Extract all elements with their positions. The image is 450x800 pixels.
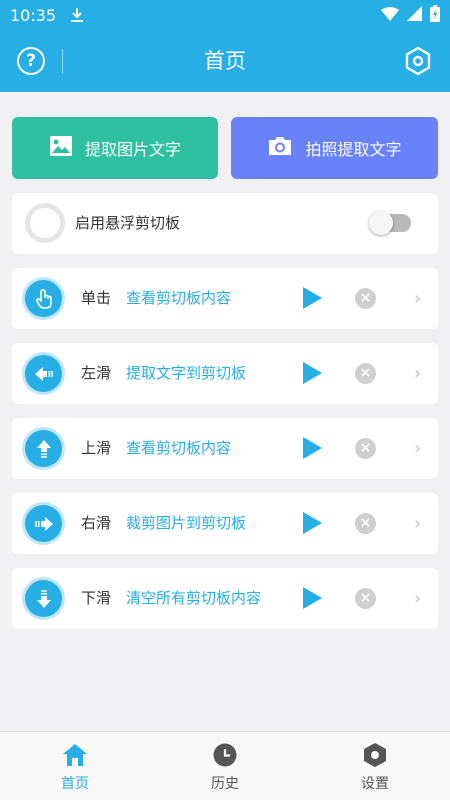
- floating-clipboard-toggle[interactable]: [369, 211, 411, 235]
- clock-icon: [212, 742, 238, 768]
- bottom-tab-bar: 首页 历史 设置: [0, 731, 450, 800]
- photo-extract-text-button[interactable]: 拍照提取文字: [231, 117, 438, 179]
- remove-icon[interactable]: ×: [355, 288, 376, 309]
- gesture-name: 左滑: [81, 364, 112, 382]
- tab-history[interactable]: 历史: [150, 732, 300, 800]
- gesture-action[interactable]: 清空所有剪切板内容: [126, 568, 261, 629]
- chevron-right-icon: ›: [414, 288, 422, 309]
- remove-icon[interactable]: ×: [355, 438, 376, 459]
- status-bar: 10:35: [0, 0, 450, 30]
- arrow-right-icon: [25, 505, 62, 542]
- play-icon[interactable]: [303, 437, 322, 459]
- gesture-name: 右滑: [81, 514, 112, 532]
- settings-icon: [362, 742, 388, 768]
- gesture-action[interactable]: 裁剪图片到剪切板: [126, 493, 246, 554]
- home-icon: [62, 742, 88, 768]
- status-time: 10:35: [10, 5, 57, 25]
- gesture-action[interactable]: 查看剪切板内容: [126, 418, 231, 479]
- floating-clipboard-label: 启用悬浮剪切板: [75, 214, 181, 232]
- chevron-right-icon: ›: [414, 438, 422, 459]
- image-icon: [49, 135, 73, 161]
- battery-icon: [430, 4, 440, 26]
- chevron-right-icon: ›: [414, 588, 422, 609]
- extract-image-text-button[interactable]: 提取图片文字: [12, 117, 218, 179]
- toggle-knob: [369, 211, 393, 235]
- play-icon[interactable]: [303, 362, 322, 384]
- gesture-name: 单击: [81, 289, 112, 307]
- tab-label: 首页: [61, 776, 89, 792]
- remove-icon[interactable]: ×: [355, 363, 376, 384]
- tab-settings[interactable]: 设置: [300, 732, 450, 800]
- tab-label: 设置: [361, 776, 389, 792]
- remove-icon[interactable]: ×: [355, 588, 376, 609]
- chevron-right-icon: ›: [414, 363, 422, 384]
- signal-icon: [407, 5, 422, 25]
- tap-icon: [25, 280, 62, 317]
- chevron-right-icon: ›: [414, 513, 422, 534]
- settings-hexagon-icon[interactable]: [404, 46, 432, 76]
- play-icon[interactable]: [303, 512, 322, 534]
- gesture-name: 下滑: [81, 589, 112, 607]
- floating-clipboard-card: 启用悬浮剪切板: [12, 193, 438, 254]
- gesture-action[interactable]: 提取文字到剪切板: [126, 343, 246, 404]
- floating-ball-icon: [25, 203, 65, 243]
- gesture-row-swipe-left[interactable]: 左滑 提取文字到剪切板 × ›: [12, 343, 438, 404]
- photo-extract-text-label: 拍照提取文字: [305, 140, 402, 159]
- arrow-left-icon: [25, 355, 62, 392]
- camera-icon: [267, 135, 293, 161]
- gesture-action[interactable]: 查看剪切板内容: [126, 268, 231, 329]
- gesture-row-swipe-up[interactable]: 上滑 查看剪切板内容 × ›: [12, 418, 438, 479]
- gesture-row-swipe-right[interactable]: 右滑 裁剪图片到剪切板 × ›: [12, 493, 438, 554]
- gesture-name: 上滑: [81, 439, 112, 457]
- play-icon[interactable]: [303, 287, 322, 309]
- app-bar: ? 首页: [0, 30, 450, 92]
- arrow-down-icon: [25, 580, 62, 617]
- gesture-row-tap[interactable]: 单击 查看剪切板内容 × ›: [12, 268, 438, 329]
- tab-label: 历史: [211, 776, 239, 792]
- page-title: 首页: [204, 49, 246, 73]
- gesture-row-swipe-down[interactable]: 下滑 清空所有剪切板内容 × ›: [12, 568, 438, 629]
- wifi-icon: [381, 6, 399, 25]
- download-icon: [70, 7, 84, 23]
- extract-image-text-label: 提取图片文字: [84, 140, 181, 159]
- arrow-up-icon: [25, 430, 62, 467]
- play-icon[interactable]: [303, 587, 322, 609]
- tab-home[interactable]: 首页: [0, 732, 150, 800]
- remove-icon[interactable]: ×: [355, 513, 376, 534]
